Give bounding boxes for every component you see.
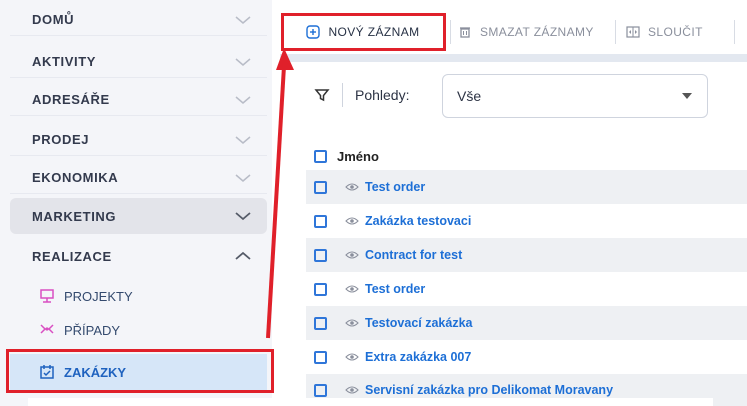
row-link[interactable]: Test order — [365, 282, 425, 296]
nav-label: ADRESÁŘE — [32, 92, 110, 107]
subnav-item-pripady[interactable]: PŘÍPADY — [10, 314, 267, 346]
filter-bar: Pohledy: — [296, 72, 409, 118]
subnav-label: PROJEKTY — [64, 288, 133, 304]
row-link[interactable]: Servisní zakázka pro Delikomat Moravany — [365, 383, 613, 397]
table-row[interactable]: Contract for test — [306, 238, 747, 272]
nav-item-realizace[interactable]: REALIZACE — [10, 240, 267, 272]
row-link[interactable]: Zakázka testovaci — [365, 214, 471, 228]
table-row[interactable]: Zakázka testovaci — [306, 204, 747, 238]
eye-icon[interactable] — [345, 385, 359, 395]
filter-divider — [342, 83, 343, 107]
nav-item-marketing[interactable]: MARKETING — [10, 198, 267, 234]
caret-down-icon — [682, 93, 692, 99]
table-row[interactable]: Test order — [306, 272, 747, 306]
trash-icon — [460, 27, 470, 38]
nav-label: REALIZACE — [32, 248, 112, 264]
nav-label: AKTIVITY — [32, 54, 97, 69]
toolbar-divider — [615, 20, 616, 44]
nav-item-aktivity[interactable]: AKTIVITY — [10, 46, 267, 78]
row-link[interactable]: Test order — [365, 180, 425, 194]
nav-label: MARKETING — [32, 208, 117, 224]
eye-icon[interactable] — [345, 216, 359, 226]
row-link[interactable]: Contract for test — [365, 248, 462, 262]
table-row[interactable]: Testovací zakázka — [306, 306, 747, 340]
chevron-down-icon — [235, 15, 251, 24]
nav-item-domu[interactable]: DOMŮ — [10, 4, 267, 36]
merge-icon — [626, 26, 640, 38]
row-link[interactable]: Extra zakázka 007 — [365, 350, 471, 364]
bottom-overlay — [28, 398, 713, 406]
table-row[interactable]: Test order — [306, 170, 747, 204]
row-checkbox[interactable] — [314, 282, 327, 296]
row-checkbox[interactable] — [314, 180, 327, 194]
view-select[interactable]: Vše — [442, 74, 708, 118]
chevron-down-icon — [235, 135, 251, 144]
eye-icon[interactable] — [345, 352, 359, 362]
eye-icon[interactable] — [345, 318, 359, 328]
nav-item-adresare[interactable]: ADRESÁŘE — [10, 84, 267, 116]
nav-label: EKONOMIKA — [32, 170, 119, 185]
eye-icon[interactable] — [345, 182, 359, 192]
toolbar-divider — [734, 20, 735, 44]
projects-icon — [40, 289, 54, 303]
filter-icon[interactable] — [314, 87, 330, 103]
nav-label: DOMŮ — [32, 12, 75, 27]
row-checkbox[interactable] — [314, 214, 327, 228]
merge-label: SLOUČIT — [648, 25, 703, 39]
delete-records-label: SMAZAT ZÁZNAMY — [480, 25, 594, 39]
column-header-name[interactable]: Jméno — [337, 149, 379, 164]
eye-icon[interactable] — [345, 250, 359, 260]
table-row[interactable]: Extra zakázka 007 — [306, 340, 747, 374]
merge-button[interactable]: SLOUČIT — [626, 14, 703, 50]
delete-records-button[interactable]: SMAZAT ZÁZNAMY — [458, 14, 594, 50]
nav-item-prodej[interactable]: PRODEJ — [10, 124, 267, 156]
chevron-up-icon — [235, 251, 251, 260]
views-label: Pohledy: — [355, 87, 410, 103]
select-all-checkbox[interactable] — [314, 149, 327, 163]
highlight-zakazky — [6, 349, 274, 393]
nav-item-ekonomika[interactable]: EKONOMIKA — [10, 162, 267, 194]
chevron-down-icon — [235, 57, 251, 66]
eye-icon[interactable] — [345, 284, 359, 294]
view-select-value: Vše — [457, 88, 482, 104]
row-checkbox[interactable] — [314, 248, 327, 262]
toolbar-strip — [280, 54, 747, 62]
chevron-down-icon — [235, 95, 251, 104]
nav-label: PRODEJ — [32, 132, 90, 147]
chevron-down-icon — [235, 212, 251, 221]
cases-icon — [40, 324, 54, 334]
highlight-new-record — [281, 13, 446, 51]
toolbar-divider — [450, 20, 451, 44]
chevron-down-icon — [235, 173, 251, 182]
row-checkbox[interactable] — [314, 350, 327, 364]
sidebar: DOMŮ AKTIVITY ADRESÁŘE PRODEJ EKONOMIKA … — [0, 0, 272, 406]
row-link[interactable]: Testovací zakázka — [365, 316, 472, 330]
subnav-item-projekty[interactable]: PROJEKTY — [10, 280, 267, 312]
row-checkbox[interactable] — [314, 383, 327, 397]
subnav-label: PŘÍPADY — [64, 322, 121, 338]
row-checkbox[interactable] — [314, 316, 327, 330]
table-header: Jméno — [306, 142, 747, 170]
